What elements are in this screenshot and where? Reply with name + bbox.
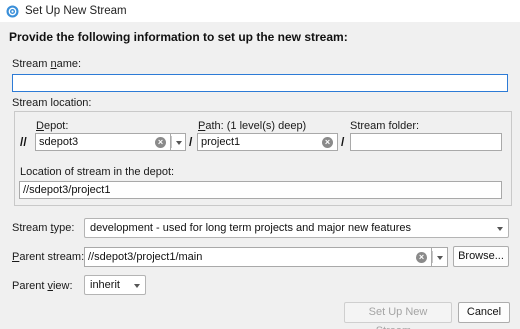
depot-dropdown-button[interactable]: [171, 133, 186, 151]
stream-name-label: Stream name:: [12, 58, 82, 70]
dialog-heading: Provide the following information to set…: [9, 30, 348, 44]
depot-prefix: //: [20, 135, 27, 149]
cancel-button[interactable]: Cancel: [458, 302, 510, 323]
parent-stream-combo[interactable]: //sdepot3/project1/main ×: [84, 247, 432, 267]
stream-folder-label: Stream folder:: [350, 120, 420, 132]
parent-stream-dropdown-button[interactable]: [432, 247, 448, 267]
folder-separator: /: [341, 135, 345, 149]
stream-type-select[interactable]: development - used for long term project…: [84, 218, 509, 238]
window-title: Set Up New Stream: [25, 5, 127, 17]
clear-icon[interactable]: ×: [416, 252, 427, 263]
stream-type-value: development - used for long term project…: [90, 222, 411, 234]
title-bar: Set Up New Stream: [0, 0, 520, 22]
stream-type-label: Stream type:: [12, 222, 75, 234]
stream-app-icon: [6, 5, 19, 17]
parent-view-value: inherit: [90, 279, 120, 291]
depot-value: sdepot3: [39, 136, 79, 148]
stream-location-label: Stream location:: [12, 97, 92, 109]
depot-combo[interactable]: sdepot3 ×: [35, 133, 171, 151]
parent-stream-label: Parent stream:: [12, 251, 85, 263]
depot-label: Depot:: [36, 120, 69, 132]
chevron-down-icon: [437, 256, 443, 260]
path-combo[interactable]: project1 ×: [197, 133, 338, 151]
browse-button[interactable]: Browse...: [453, 246, 509, 267]
location-field: //sdepot3/project1: [19, 181, 502, 199]
chevron-down-icon: [134, 284, 140, 288]
stream-name-input[interactable]: [12, 74, 508, 92]
parent-view-select[interactable]: inherit: [84, 275, 146, 295]
location-label: Location of stream in the depot:: [20, 166, 175, 178]
path-label: Path: (1 level(s) deep): [198, 120, 307, 132]
path-value: project1: [201, 136, 241, 148]
clear-icon[interactable]: ×: [155, 137, 166, 148]
setup-stream-button[interactable]: Set Up New Stream...: [344, 302, 452, 329]
path-separator: /: [189, 135, 193, 149]
clear-icon[interactable]: ×: [322, 137, 333, 148]
stream-folder-input[interactable]: [350, 133, 502, 151]
parent-stream-value: //sdepot3/project1/main: [88, 251, 203, 263]
chevron-down-icon: [176, 141, 182, 145]
parent-view-label: Parent view:: [12, 280, 73, 292]
chevron-down-icon: [497, 227, 503, 231]
